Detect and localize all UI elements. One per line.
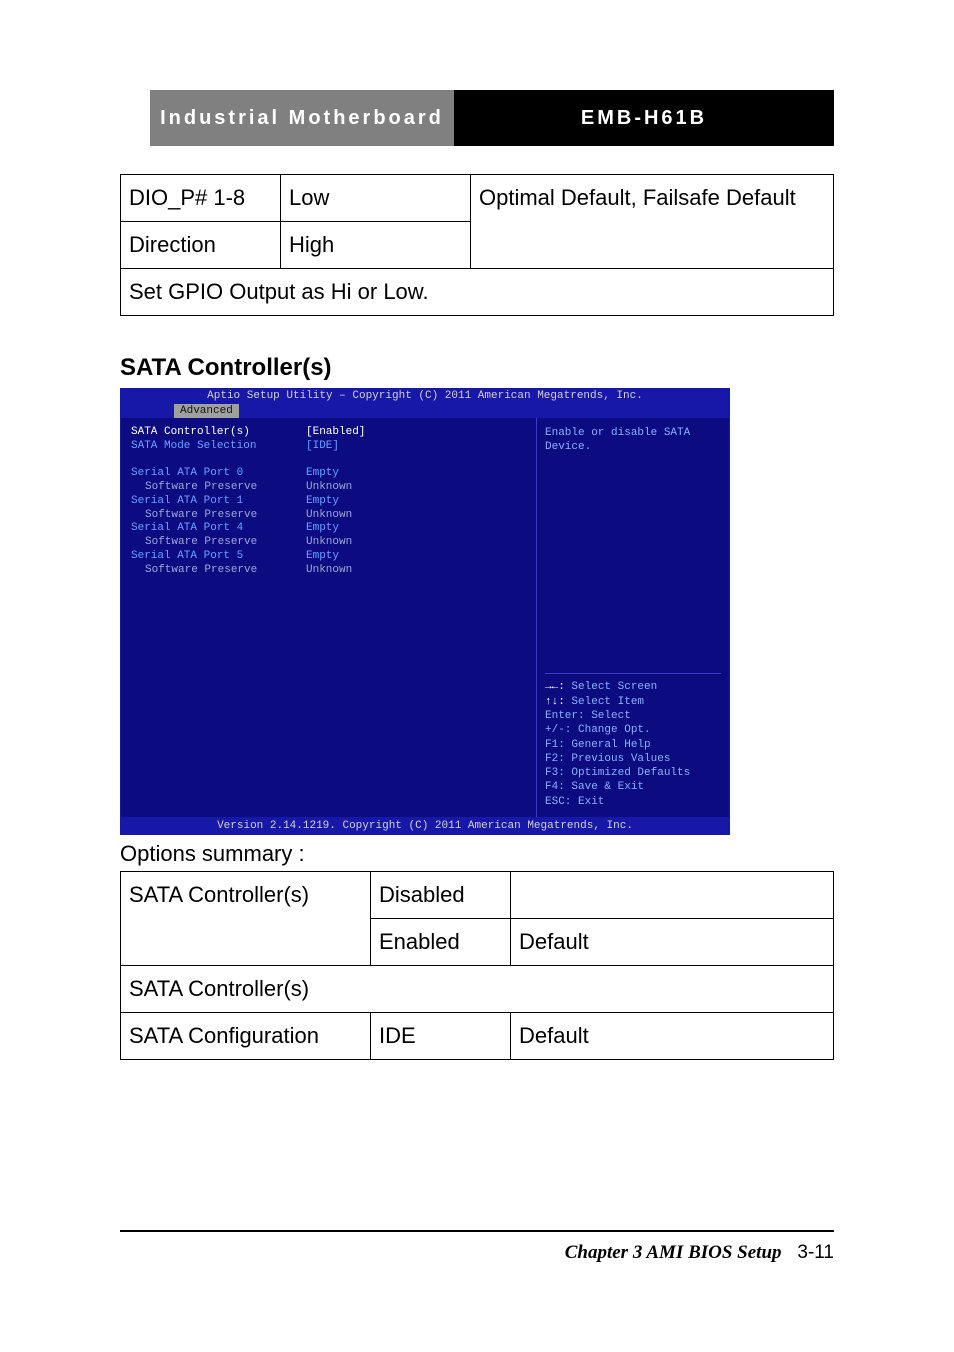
- bios-key-hint: ↑↓: Select Item: [545, 695, 721, 709]
- bios-setting-row: Software PreserveUnknown: [131, 536, 526, 550]
- options-summary-label: Options summary :: [120, 841, 834, 867]
- bios-screenshot: Aptio Setup Utility – Copyright (C) 2011…: [120, 388, 730, 835]
- direction-label: Direction: [121, 222, 281, 269]
- footer-chapter: Chapter 3 AMI BIOS Setup: [565, 1242, 782, 1263]
- sata-controller-label: SATA Controller(s): [121, 872, 371, 966]
- header-right: EMB-H61B: [454, 90, 834, 146]
- bios-key-list: →←: Select Screen↑↓: Select ItemEnter: S…: [545, 673, 721, 809]
- bios-setting-label: Software Preserve: [131, 536, 306, 550]
- bios-setting-value: Empty: [306, 550, 339, 564]
- section-title: SATA Controller(s): [120, 354, 834, 382]
- bios-setting-row: Serial ATA Port 0Empty: [131, 467, 526, 481]
- bios-setting-value: Unknown: [306, 509, 352, 523]
- sata-configuration-label: SATA Configuration: [121, 1013, 371, 1060]
- bios-setting-label: SATA Mode Selection: [131, 440, 306, 454]
- bios-setting-row: Serial ATA Port 5Empty: [131, 550, 526, 564]
- bios-setting-row: SATA Mode Selection[IDE]: [131, 440, 526, 454]
- sata-ide-note: Default: [511, 1013, 834, 1060]
- bios-setting-label: Serial ATA Port 4: [131, 522, 306, 536]
- direction-value-high: High: [281, 222, 471, 269]
- bios-setting-value: Empty: [306, 467, 339, 481]
- bios-setting-value: Unknown: [306, 536, 352, 550]
- footer-rule: [120, 1230, 834, 1232]
- bios-help-text: Enable or disable SATA Device.: [545, 426, 721, 455]
- bios-setting-value: [IDE]: [306, 440, 339, 454]
- bios-key-hint: F1: General Help: [545, 738, 721, 752]
- footer-page-number: 3-11: [797, 1242, 834, 1263]
- bios-setting-row: Serial ATA Port 1Empty: [131, 495, 526, 509]
- bios-setting-label: Serial ATA Port 5: [131, 550, 306, 564]
- bios-key-hint: ESC: Exit: [545, 795, 721, 809]
- bios-setting-label: Serial ATA Port 1: [131, 495, 306, 509]
- bios-setting-label: Software Preserve: [131, 564, 306, 578]
- bios-titlebar: Aptio Setup Utility – Copyright (C) 2011…: [120, 388, 730, 418]
- bios-key-hint: F3: Optimized Defaults: [545, 766, 721, 780]
- sata-disabled-note: [511, 872, 834, 919]
- sata-enabled: Enabled: [371, 919, 511, 966]
- dio-description: Set GPIO Output as Hi or Low.: [121, 269, 834, 316]
- dio-row-value-low: Low: [281, 175, 471, 222]
- bios-setting-row: SATA Controller(s)[Enabled]: [131, 426, 526, 440]
- dio-options-table: DIO_P# 1-8 Low Optimal Default, Failsafe…: [120, 174, 834, 316]
- dio-default-note: Optimal Default, Failsafe Default: [471, 175, 834, 269]
- bios-key-hint: F2: Previous Values: [545, 752, 721, 766]
- sata-ide: IDE: [371, 1013, 511, 1060]
- bios-setting-label: Software Preserve: [131, 509, 306, 523]
- bios-setting-row: Serial ATA Port 4Empty: [131, 522, 526, 536]
- bios-key-hint: F4: Save & Exit: [545, 780, 721, 794]
- bios-title-text: Aptio Setup Utility – Copyright (C) 2011…: [120, 390, 730, 402]
- header-left: Industrial Motherboard: [150, 90, 454, 146]
- bios-setting-row: Software PreserveUnknown: [131, 509, 526, 523]
- dio-row-label: DIO_P# 1-8: [121, 175, 281, 222]
- bios-setting-label: Software Preserve: [131, 481, 306, 495]
- bios-help-panel: Enable or disable SATA Device. →←: Selec…: [537, 418, 729, 817]
- bios-key-hint: →←: Select Screen: [545, 680, 721, 694]
- bios-setting-value: Unknown: [306, 564, 352, 578]
- sata-enabled-note: Default: [511, 919, 834, 966]
- bios-setting-value: [Enabled]: [306, 426, 365, 440]
- bios-setting-row: [131, 454, 526, 468]
- sata-disabled: Disabled: [371, 872, 511, 919]
- bios-setting-value: Unknown: [306, 481, 352, 495]
- bios-setting-label: Serial ATA Port 0: [131, 467, 306, 481]
- page-footer: Chapter 3 AMI BIOS Setup 3-11: [565, 1242, 834, 1264]
- bios-key-hint: +/-: Change Opt.: [545, 723, 721, 737]
- bios-settings-panel: SATA Controller(s)[Enabled]SATA Mode Sel…: [121, 418, 537, 817]
- bios-setting-value: Empty: [306, 495, 339, 509]
- bios-footer: Version 2.14.1219. Copyright (C) 2011 Am…: [120, 818, 730, 835]
- sata-options-table: SATA Controller(s) Disabled Enabled Defa…: [120, 871, 834, 1060]
- page-header: Industrial Motherboard EMB-H61B: [150, 90, 834, 146]
- bios-setting-label: SATA Controller(s): [131, 426, 306, 440]
- sata-controller-desc: SATA Controller(s): [121, 966, 834, 1013]
- bios-tab-advanced: Advanced: [174, 404, 239, 418]
- bios-setting-row: Software PreserveUnknown: [131, 481, 526, 495]
- bios-setting-row: Software PreserveUnknown: [131, 564, 526, 578]
- bios-setting-value: Empty: [306, 522, 339, 536]
- bios-key-hint: Enter: Select: [545, 709, 721, 723]
